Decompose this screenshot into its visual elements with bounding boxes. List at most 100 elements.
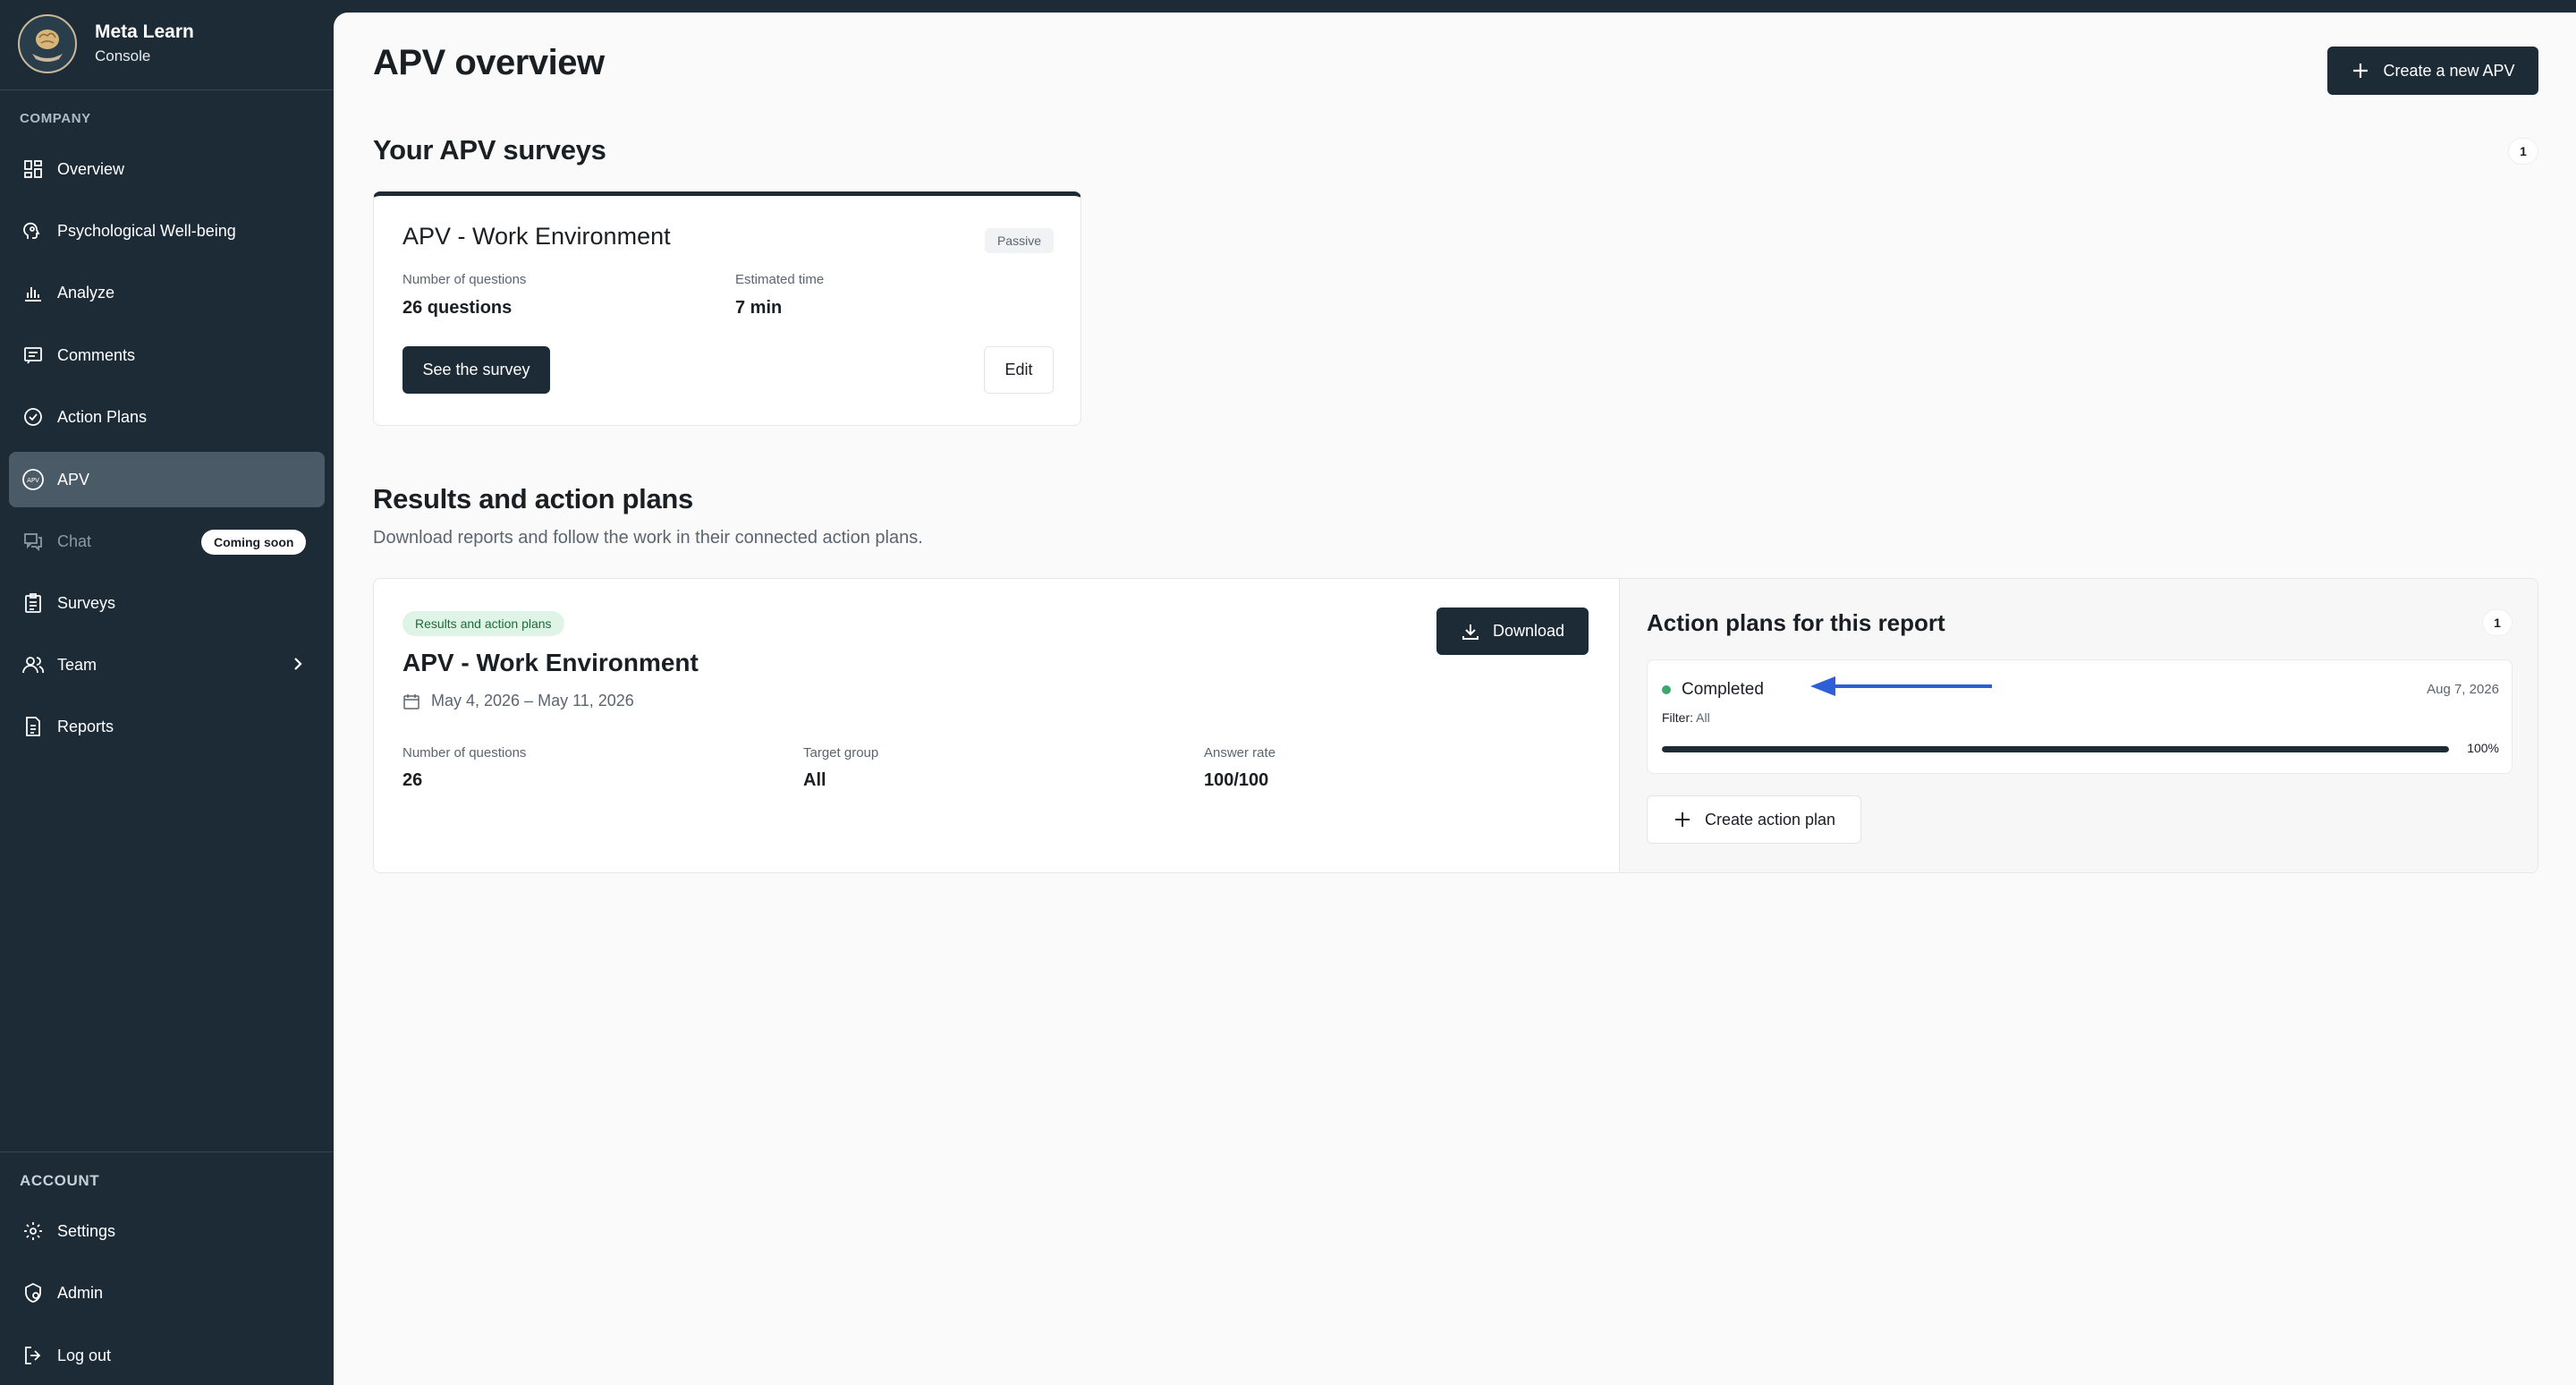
target-group-value: All [803,770,826,790]
sidebar-item-comments[interactable]: Comments [9,327,325,383]
apv-icon: APV [20,466,47,493]
coming-soon-badge: Coming soon [201,530,307,555]
answer-rate-label: Answer rate [1204,745,1276,760]
plan-status-label: Completed [1682,680,1764,699]
sidebar-item-overview[interactable]: Overview [9,141,325,197]
results-heading: Results and action plans [373,483,693,514]
main-content: APV overview Create a new APV Your APV s… [334,13,2576,1385]
edit-button[interactable]: Edit [984,346,1054,394]
action-plans-heading: Action plans for this report [1647,609,1945,636]
sidebar-item-label: Analyze [57,283,115,302]
plus-icon [2353,64,2368,78]
sidebar-item-label: Action Plans [57,407,148,426]
sidebar: Meta Learn Console COMPANY Overview Psyc… [0,0,334,1385]
users-icon [20,651,47,678]
sidebar-item-label: Log out [57,1346,112,1364]
report-card: Results and action plans APV - Work Envi… [373,578,2538,873]
sidebar-item-label: Admin [57,1283,104,1302]
sidebar-divider [0,1151,334,1152]
surveys-count-badge: 1 [2508,138,2538,165]
time-value: 7 min [735,298,783,318]
action-plans-panel: Action plans for this report 1 Completed… [1619,579,2538,872]
sidebar-item-log-out[interactable]: Log out [9,1328,325,1383]
sidebar-item-psychological-well-being[interactable]: Psychological Well-being [9,203,325,259]
plan-date: Aug 7, 2026 [2427,682,2499,697]
brand[interactable]: Meta Learn Console [18,13,194,75]
questions-value: 26 questions [402,298,513,318]
dashboard-icon [20,156,47,183]
filter-value: All [1696,710,1710,725]
sidebar-item-chat[interactable]: Chat Coming soon [9,514,325,569]
plan-progress-fill [1662,746,2449,752]
svg-text:APV: APV [27,477,39,484]
report-title: APV - Work Environment [402,649,699,676]
download-button[interactable]: Download [1436,608,1589,655]
sidebar-item-team[interactable]: Team [9,637,325,692]
sidebar-divider [0,89,334,90]
surveys-heading: Your APV surveys [373,134,606,166]
chat-icon [20,528,47,555]
comment-icon [20,342,47,369]
plan-progress-bar [1662,746,2449,752]
sidebar-item-apv[interactable]: APV APV [9,452,325,507]
report-questions-value: 26 [402,770,423,790]
sidebar-item-reports[interactable]: Reports [9,699,325,754]
sidebar-item-analyze[interactable]: Analyze [9,265,325,320]
create-apv-button[interactable]: Create a new APV [2327,47,2538,95]
sidebar-item-action-plans[interactable]: Action Plans [9,389,325,445]
sidebar-item-label: APV [57,470,90,489]
survey-card: APV - Work Environment Passive Number of… [373,191,1081,426]
status-badge: Passive [984,228,1054,253]
create-action-plan-label: Create action plan [1704,810,1836,828]
bar-chart-icon [20,279,47,306]
page-title: APV overview [373,43,605,82]
sidebar-item-label: Chat [57,531,92,550]
download-label: Download [1492,622,1565,640]
sidebar-item-settings[interactable]: Settings [9,1203,325,1259]
plan-filter: Filter: All [1662,710,1710,725]
survey-title: APV - Work Environment [402,223,671,250]
document-icon [20,713,47,740]
sidebar-item-label: Settings [57,1221,116,1240]
sidebar-item-label: Team [57,655,97,674]
report-date-range: May 4, 2026 – May 11, 2026 [402,692,634,710]
results-description: Download reports and follow the work in … [373,528,923,548]
action-plan-item[interactable]: Completed Aug 7, 2026 Filter: All 100% [1647,659,2512,774]
plus-icon [1674,812,1690,827]
brand-logo-icon [18,14,77,73]
action-plans-count-badge: 1 [2482,609,2512,636]
head-icon [20,217,47,244]
check-circle-icon [20,404,47,430]
create-apv-label: Create a new APV [2383,61,2515,80]
sidebar-item-label: Reports [57,717,114,735]
time-label: Estimated time [735,272,825,287]
sidebar-item-label: Overview [57,159,125,178]
clipboard-icon [20,590,47,616]
target-group-label: Target group [803,745,879,760]
section-label-company: COMPANY [20,111,91,126]
logout-icon [20,1342,47,1369]
calendar-icon [403,693,419,709]
see-survey-button[interactable]: See the survey [402,346,550,394]
answer-rate-value: 100/100 [1204,770,1269,790]
admin-icon [20,1279,47,1306]
create-action-plan-button[interactable]: Create action plan [1647,795,1861,844]
sidebar-item-admin[interactable]: Admin [9,1265,325,1321]
report-questions-label: Number of questions [402,745,527,760]
sidebar-item-label: Psychological Well-being [57,221,236,240]
questions-label: Number of questions [402,272,527,287]
sidebar-item-surveys[interactable]: Surveys [9,575,325,631]
section-label-account: ACCOUNT [20,1172,100,1189]
annotation-arrow-icon [1810,676,1992,696]
date-range-text: May 4, 2026 – May 11, 2026 [431,692,634,709]
brand-subtitle: Console [95,47,151,64]
gear-icon [20,1218,47,1245]
sidebar-item-label: Comments [57,345,136,364]
status-dot-icon [1662,685,1671,694]
filter-label: Filter: [1662,710,1693,725]
brand-name: Meta Learn [95,21,194,42]
plan-progress-label: 100% [2467,741,2499,755]
chevron-right-icon[interactable] [289,651,307,681]
plan-status: Completed [1662,680,1764,700]
sidebar-item-label: Surveys [57,593,116,612]
